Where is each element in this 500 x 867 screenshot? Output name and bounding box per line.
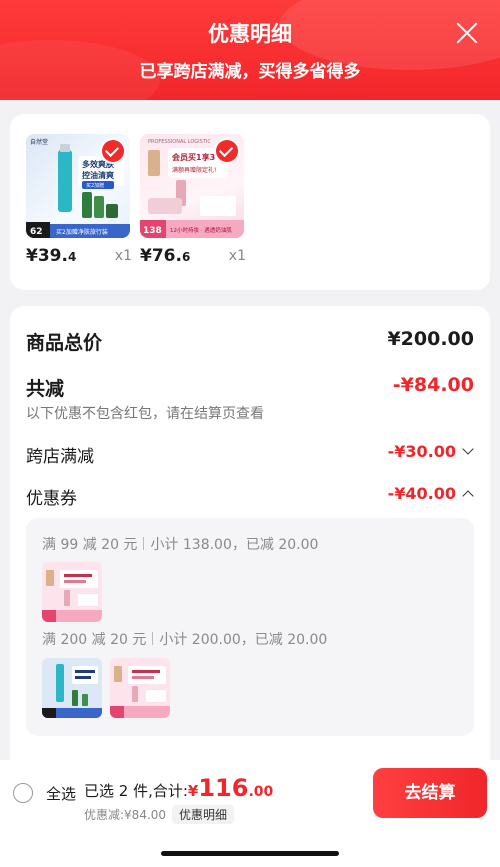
total-reduction-value: -¥84.00 xyxy=(392,374,474,396)
chevron-down-icon[interactable] xyxy=(462,443,474,455)
chevron-up-icon[interactable] xyxy=(462,490,474,502)
discount-summary: 优惠减:¥84.00 优惠明细 xyxy=(84,805,235,824)
product-tag: 买2加赠 xyxy=(86,182,104,189)
discount-detail-panel: 自然堂 多效爽肤 控油清爽 买2加赠 62 买2加赠净肤旅行装 ¥39.4 x1… xyxy=(0,100,500,820)
check-icon xyxy=(216,140,238,162)
header: 优惠明细 已享跨店满减，买得多省得多 xyxy=(0,0,500,100)
product-item[interactable]: PROFESSIONAL LOGISTIC 会员买1享3 满额再赠限定礼! 13… xyxy=(140,134,246,270)
bottom-checkout-bar: 全选 已选 2 件,合计:¥116.00 优惠减:¥84.00 优惠明细 去结算 xyxy=(0,760,500,824)
product-price: ¥39.4 xyxy=(26,246,77,266)
coupon-value: -¥40.00 xyxy=(387,484,456,503)
total-amount-integer: 116 xyxy=(198,774,249,802)
coupon-group-rule: 满 200 减 20 元小计 200.00，已减 20.00 xyxy=(42,632,328,648)
product-image[interactable]: PROFESSIONAL LOGISTIC 会员买1享3 满额再赠限定礼! 13… xyxy=(140,134,244,238)
coupon-detail-box: 满 99 减 20 元小计 138.00，已减 20.00 满 200 减 20… xyxy=(26,518,474,736)
home-indicator-area xyxy=(0,824,500,867)
product-brand: 自然堂 xyxy=(30,138,48,146)
product-price: ¥76.6 xyxy=(140,246,191,266)
selected-products-card: 自然堂 多效爽肤 控油清爽 买2加赠 62 买2加赠净肤旅行装 ¥39.4 x1… xyxy=(10,114,490,290)
product-price-tag: 138 xyxy=(143,226,162,236)
product-badge-2: 控油清爽 xyxy=(82,170,114,180)
discount-text: 优惠减:¥84.00 xyxy=(84,808,167,822)
select-all-label[interactable]: 全选 xyxy=(46,783,76,804)
home-indicator[interactable] xyxy=(161,851,339,856)
coupon-product-thumb[interactable] xyxy=(42,562,102,622)
total-currency: ¥ xyxy=(187,782,199,800)
cross-store-row[interactable]: 跨店满减 -¥30.00 xyxy=(26,442,474,467)
total-price-value: ¥200.00 xyxy=(387,328,474,350)
coupon-product-thumb[interactable] xyxy=(110,658,170,718)
cross-store-label: 跨店满减 xyxy=(26,447,94,467)
product-brand: PROFESSIONAL LOGISTIC xyxy=(148,139,211,145)
discount-detail-tag[interactable]: 优惠明细 xyxy=(172,805,235,824)
total-price-row: 商品总价 ¥200.00 xyxy=(26,328,474,355)
product-badge-2: 满额再赠限定礼! xyxy=(172,166,216,174)
product-badge: 会员买1享3 xyxy=(172,152,215,162)
select-all-radio-icon[interactable] xyxy=(13,783,33,803)
summary-card: 商品总价 ¥200.00 共减 -¥84.00 以下优惠不包含红包，请在结算页查… xyxy=(10,306,490,820)
product-item[interactable]: 自然堂 多效爽肤 控油清爽 买2加赠 62 买2加赠净肤旅行装 ¥39.4 x1 xyxy=(26,134,132,270)
page-subtitle: 已享跨店满减，买得多省得多 xyxy=(139,62,361,82)
check-icon xyxy=(102,140,124,162)
product-quantity: x1 xyxy=(114,248,132,264)
total-amount-decimal: .00 xyxy=(248,784,274,800)
product-quantity: x1 xyxy=(228,248,246,264)
product-footer: 买2加赠净肤旅行装 xyxy=(56,228,108,236)
reduction-note: 以下优惠不包含红包，请在结算页查看 xyxy=(26,406,264,422)
selected-count-text: 已选 2 件,合计: xyxy=(84,782,188,800)
total-price-label: 商品总价 xyxy=(26,332,103,354)
product-footer: 12小时持妆 · 遇透奶油肌 xyxy=(170,226,232,234)
total-reduction-label: 共减 xyxy=(26,378,65,400)
coupon-label: 优惠券 xyxy=(26,489,77,509)
coupon-row[interactable]: 优惠券 -¥40.00 xyxy=(26,484,474,509)
checkout-button[interactable]: 去结算 xyxy=(373,768,487,818)
coupon-product-thumb[interactable] xyxy=(42,658,102,718)
total-reduction-row: 共减 -¥84.00 xyxy=(26,374,474,401)
close-icon[interactable] xyxy=(456,22,478,44)
product-price-tag: 62 xyxy=(30,227,43,237)
page-title: 优惠明细 xyxy=(208,22,292,46)
cross-store-value: -¥30.00 xyxy=(387,442,456,461)
product-image[interactable]: 自然堂 多效爽肤 控油清爽 买2加赠 62 买2加赠净肤旅行装 xyxy=(26,134,130,238)
coupon-group-rule: 满 99 减 20 元小计 138.00，已减 20.00 xyxy=(42,537,319,553)
selected-summary: 已选 2 件,合计:¥116.00 xyxy=(84,774,273,802)
